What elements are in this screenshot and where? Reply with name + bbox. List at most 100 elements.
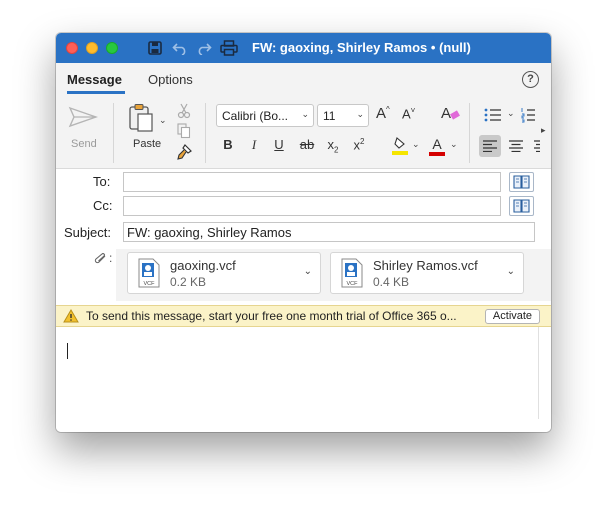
chevron-down-icon[interactable]: ⌄ (507, 266, 515, 277)
subscript-mark: 2 (334, 145, 339, 155)
vcf-file-icon: VCF (138, 258, 160, 288)
attachment-colon: : (109, 251, 113, 265)
bulleted-list-icon (484, 108, 501, 122)
strikethrough-button[interactable]: ab (296, 137, 318, 157)
copy-icon[interactable] (177, 123, 191, 142)
font-size-dropdown[interactable]: 11 ⌄ (317, 104, 369, 127)
attachment-card[interactable]: VCF gaoxing.vcf 0.2 KB ⌄ (127, 252, 321, 294)
chevron-down-icon: ⌄ (301, 109, 309, 119)
to-field[interactable] (123, 172, 501, 192)
subject-field[interactable]: FW: gaoxing, Shirley Ramos (123, 222, 535, 242)
paste-options-chevron-icon[interactable]: ⌄ (159, 115, 167, 126)
ribbon-divider (205, 103, 206, 163)
bold-button[interactable]: B (219, 137, 237, 157)
to-label: To: (93, 174, 111, 189)
scrollbar-track[interactable] (538, 327, 539, 419)
numbering-button[interactable] (521, 107, 535, 126)
send-icon (68, 106, 99, 128)
grow-font-button[interactable]: A^ (376, 105, 390, 122)
subscript-button[interactable]: x2 (324, 137, 342, 157)
highlighter-icon (392, 137, 408, 155)
ribbon-tabs: Message Options ? (56, 63, 551, 97)
minimize-window-button[interactable] (86, 42, 98, 54)
chevron-down-icon[interactable]: ⌄ (304, 266, 312, 277)
attachment-size: 0.4 KB (373, 275, 410, 289)
text-caret (67, 343, 68, 359)
paste-label: Paste (133, 138, 162, 150)
warning-icon (63, 309, 79, 323)
active-tab-indicator (67, 91, 125, 94)
shrink-font-button[interactable]: A˅ (402, 106, 415, 121)
undo-icon[interactable] (171, 39, 189, 57)
subject-label: Subject: (64, 225, 111, 240)
font-name-value: Calibri (Bo... (222, 109, 289, 123)
align-center-button[interactable] (509, 140, 523, 155)
chevron-down-icon: ⌄ (356, 109, 364, 119)
italic-button[interactable]: I (245, 137, 263, 157)
chevron-down-icon[interactable]: ⌄ (412, 139, 420, 150)
address-book-icon (513, 175, 530, 189)
address-book-icon (513, 199, 530, 213)
attachment-name: gaoxing.vcf (170, 258, 236, 273)
window-title: FW: gaoxing, Shirley Ramos • (null) (252, 40, 471, 55)
font-color-icon: A (432, 136, 442, 152)
close-window-button[interactable] (66, 42, 78, 54)
to-address-book-button[interactable] (509, 172, 534, 192)
font-color-swatch (429, 152, 445, 156)
chevron-down-icon[interactable]: ⌄ (507, 108, 515, 119)
svg-text:VCF: VCF (347, 281, 359, 287)
cc-label: Cc: (93, 198, 113, 213)
svg-text:VCF: VCF (144, 281, 156, 287)
print-icon[interactable] (220, 39, 238, 57)
clipboard-icon (129, 104, 153, 132)
zoom-window-button[interactable] (106, 42, 118, 54)
tab-options[interactable]: Options (148, 72, 193, 87)
ribbon-divider (113, 103, 114, 163)
clear-formatting-icon: A (441, 105, 451, 122)
align-left-icon (483, 140, 497, 153)
trial-notice-bar: To send this message, start your free on… (56, 305, 551, 327)
attachment-card[interactable]: VCF Shirley Ramos.vcf 0.4 KB ⌄ (330, 252, 524, 294)
help-icon[interactable]: ? (522, 71, 539, 88)
save-icon[interactable] (146, 39, 164, 57)
attachment-name: Shirley Ramos.vcf (373, 258, 478, 273)
align-left-button[interactable] (483, 140, 497, 155)
shrink-font-icon: A (402, 106, 411, 122)
vcf-file-icon: VCF (341, 258, 363, 288)
title-bar: FW: gaoxing, Shirley Ramos • (null) (56, 33, 551, 63)
cut-icon[interactable] (177, 103, 191, 122)
tab-message[interactable]: Message (67, 72, 122, 87)
numbered-list-icon (521, 108, 535, 123)
attachment-paperclip-icon (94, 253, 108, 268)
send-label: Send (71, 138, 97, 150)
message-body[interactable] (56, 327, 551, 432)
bullets-button[interactable] (484, 107, 502, 126)
align-right-icon (534, 140, 540, 153)
cc-address-book-button[interactable] (509, 196, 534, 216)
superscript-button[interactable]: x2 (350, 137, 368, 157)
chevron-down-icon[interactable]: ⌄ (450, 139, 458, 150)
ribbon-overflow-icon[interactable]: ▸ (541, 125, 546, 136)
ribbon-toolbar: Send ⌄ Paste Calibri (Bo... ⌄ 11 ⌄ A^ A˅ (56, 97, 551, 169)
font-name-dropdown[interactable]: Calibri (Bo... ⌄ (216, 104, 314, 127)
format-painter-icon[interactable] (176, 144, 192, 163)
highlight-button[interactable] (391, 136, 409, 159)
font-size-value: 11 (323, 109, 336, 123)
notice-text: To send this message, start your free on… (86, 309, 457, 323)
paste-button[interactable] (128, 103, 156, 136)
align-right-button[interactable] (534, 140, 540, 155)
compose-window: FW: gaoxing, Shirley Ramos • (null) Mess… (56, 33, 551, 432)
align-center-icon (509, 140, 523, 153)
attachments-bar: VCF gaoxing.vcf 0.2 KB ⌄ VCF Shirley Ram… (116, 249, 551, 301)
send-button[interactable] (68, 105, 99, 132)
font-color-button[interactable]: A (428, 136, 446, 156)
activate-button[interactable]: Activate (485, 309, 540, 324)
grow-font-icon: A (376, 105, 387, 122)
redo-icon[interactable] (195, 39, 213, 57)
ribbon-divider (469, 103, 470, 163)
underline-button[interactable]: U (270, 137, 288, 157)
superscript-mark: 2 (360, 137, 365, 146)
attachment-size: 0.2 KB (170, 275, 207, 289)
cc-field[interactable] (123, 196, 501, 216)
clear-formatting-button[interactable]: A (441, 105, 461, 122)
